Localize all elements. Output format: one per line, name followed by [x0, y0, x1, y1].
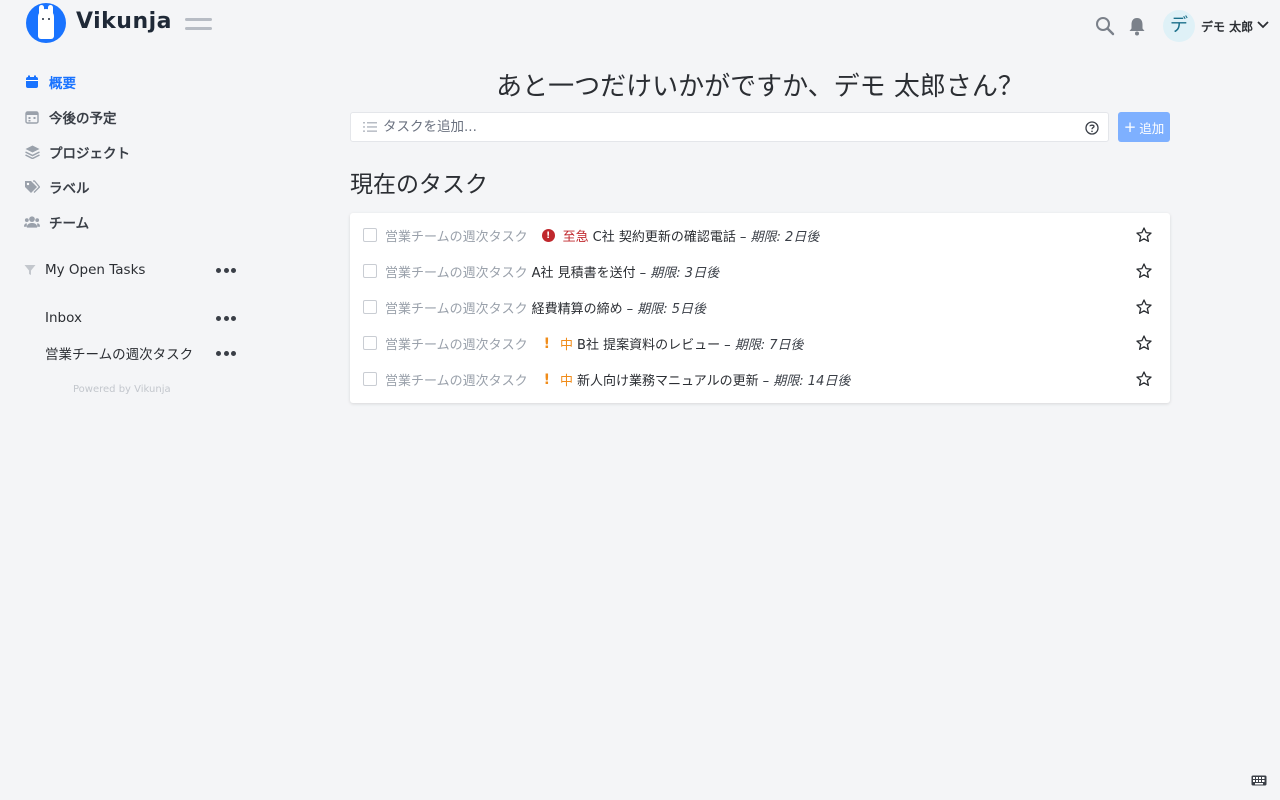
- task-checkbox[interactable]: [363, 264, 377, 278]
- nav-label: プロジェクト: [49, 146, 130, 162]
- user-avatar[interactable]: デ: [1163, 10, 1195, 42]
- add-task-input[interactable]: [383, 117, 1073, 137]
- task-title[interactable]: C社 契約更新の確認電話: [593, 226, 736, 245]
- task-checkbox[interactable]: [363, 228, 377, 242]
- task-priority: 中: [560, 338, 574, 353]
- task-title[interactable]: A社 見積書を送付: [532, 262, 636, 281]
- nav-label: ラベル: [49, 181, 90, 197]
- task-priority: 中: [560, 374, 574, 389]
- task-list: 営業チームの週次タスク ! 至急 C社 契約更新の確認電話 – 期限: 2日後 …: [350, 213, 1170, 403]
- list-icon: [363, 122, 377, 132]
- exclamation-icon: !: [543, 371, 551, 388]
- menu-toggle-icon[interactable]: [185, 16, 212, 34]
- calendar-icon: [24, 74, 40, 90]
- project-inbox[interactable]: Inbox: [24, 307, 236, 329]
- exclamation-circle-icon: !: [541, 229, 555, 242]
- task-row[interactable]: 営業チームの週次タスク ! 中 B社 提案資料のレビュー – 期限: 7日後: [350, 325, 1170, 361]
- task-title[interactable]: B社 提案資料のレビュー: [577, 334, 720, 353]
- task-title[interactable]: 経費精算の締め: [532, 298, 623, 317]
- task-project[interactable]: 営業チームの週次タスク: [385, 226, 528, 245]
- task-title[interactable]: 新人向け業務マニュアルの更新: [577, 370, 759, 389]
- task-due: – 期限: 14日後: [762, 374, 851, 389]
- add-task-box: [350, 112, 1109, 142]
- chevron-down-icon[interactable]: [1257, 20, 1269, 30]
- nav-label: 今後の予定: [49, 111, 117, 127]
- nav-teams[interactable]: チーム: [24, 211, 89, 233]
- task-checkbox[interactable]: [363, 300, 377, 314]
- task-project[interactable]: 営業チームの週次タスク: [385, 334, 528, 353]
- nav-label: チーム: [49, 216, 90, 232]
- brand-name[interactable]: Vikunja: [76, 9, 172, 34]
- star-icon[interactable]: [1136, 299, 1152, 315]
- tags-icon: [24, 179, 40, 195]
- task-row[interactable]: 営業チームの週次タスク A社 見積書を送付 – 期限: 3日後: [350, 253, 1170, 289]
- project-label: 営業チームの週次タスク: [45, 347, 194, 363]
- task-checkbox[interactable]: [363, 336, 377, 350]
- add-button-label: 追加: [1139, 120, 1165, 136]
- bell-icon[interactable]: [1128, 16, 1146, 36]
- star-icon[interactable]: [1136, 227, 1152, 243]
- task-row[interactable]: 営業チームの週次タスク ! 至急 C社 契約更新の確認電話 – 期限: 2日後: [350, 217, 1170, 253]
- more-options-icon[interactable]: [216, 345, 236, 361]
- task-due: – 期限: 2日後: [739, 230, 820, 245]
- powered-by-link[interactable]: Powered by Vikunja: [73, 384, 171, 395]
- nav-label: 概要: [49, 76, 76, 92]
- project-label: My Open Tasks: [45, 262, 146, 278]
- calendar-grid-icon: [24, 109, 40, 125]
- user-name[interactable]: デモ 太郎: [1201, 18, 1253, 35]
- layers-icon: [24, 144, 40, 160]
- project-my-open-tasks[interactable]: My Open Tasks: [24, 259, 236, 281]
- task-due: – 期限: 5日後: [626, 302, 707, 317]
- task-project[interactable]: 営業チームの週次タスク: [385, 370, 528, 389]
- task-project[interactable]: 営業チームの週次タスク: [385, 262, 528, 281]
- nav-upcoming[interactable]: 今後の予定: [24, 106, 117, 128]
- page-title: あと一つだけいかがですか、デモ 太郎さん？: [496, 72, 1024, 102]
- project-sales-weekly[interactable]: 営業チームの週次タスク: [24, 342, 236, 364]
- task-project[interactable]: 営業チームの週次タスク: [385, 298, 528, 317]
- nav-projects[interactable]: プロジェクト: [24, 141, 130, 163]
- vikunja-logo-icon[interactable]: [26, 3, 66, 43]
- task-due: – 期限: 3日後: [639, 266, 720, 281]
- section-title: 現在のタスク: [350, 172, 488, 198]
- users-icon: [24, 214, 40, 230]
- add-task-button[interactable]: + 追加: [1118, 112, 1170, 142]
- help-icon[interactable]: [1085, 121, 1099, 135]
- task-checkbox[interactable]: [363, 372, 377, 386]
- nav-overview[interactable]: 概要: [24, 71, 76, 93]
- top-bar: Vikunja デ デモ 太郎: [0, 0, 1280, 50]
- task-priority: 至急: [562, 230, 589, 245]
- nav-labels[interactable]: ラベル: [24, 176, 90, 198]
- keyboard-icon[interactable]: [1251, 775, 1267, 786]
- star-icon[interactable]: [1136, 371, 1152, 387]
- star-icon[interactable]: [1136, 335, 1152, 351]
- more-options-icon[interactable]: [216, 262, 236, 278]
- filter-icon: [24, 264, 36, 276]
- task-row[interactable]: 営業チームの週次タスク 経費精算の締め – 期限: 5日後: [350, 289, 1170, 325]
- task-due: – 期限: 7日後: [724, 338, 804, 353]
- search-icon[interactable]: [1095, 16, 1115, 36]
- plus-icon: +: [1123, 117, 1137, 136]
- more-options-icon[interactable]: [216, 310, 236, 326]
- exclamation-icon: !: [543, 335, 551, 352]
- task-row[interactable]: 営業チームの週次タスク ! 中 新人向け業務マニュアルの更新 – 期限: 14日…: [350, 361, 1170, 397]
- star-icon[interactable]: [1136, 263, 1152, 279]
- project-label: Inbox: [45, 310, 82, 326]
